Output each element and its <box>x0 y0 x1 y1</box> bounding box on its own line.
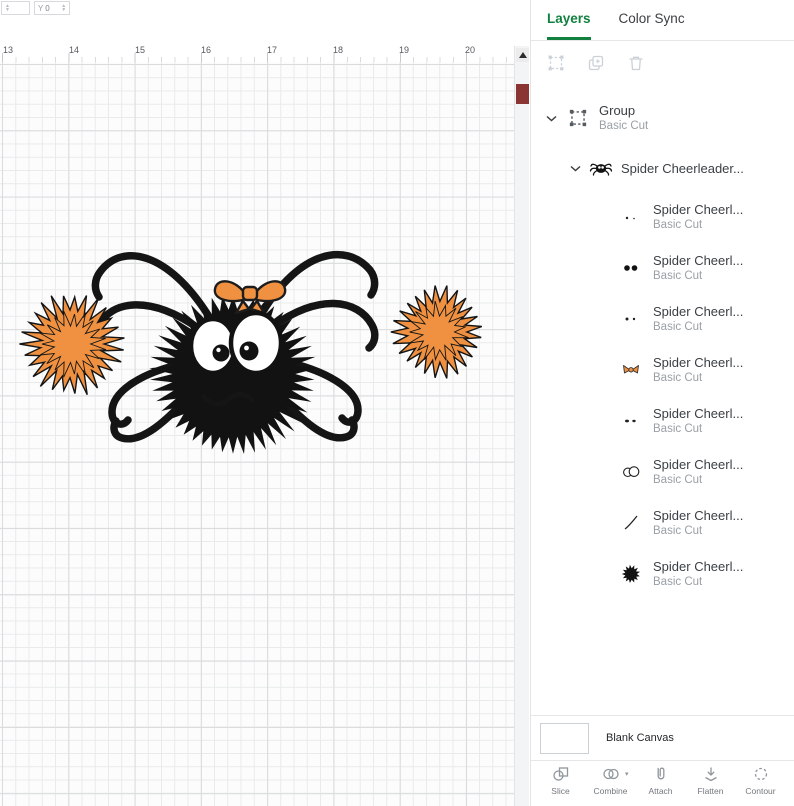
layer-row[interactable]: Spider Cheerl... Basic Cut <box>531 497 794 548</box>
layer-title: Spider Cheerl... <box>653 456 744 472</box>
combine-button[interactable]: ▾ Combine <box>587 764 634 806</box>
small-ovals-thumbnail-icon <box>619 410 643 432</box>
layer-row[interactable]: Spider Cheerl... Basic Cut <box>531 344 794 395</box>
panel-tabs: Layers Color Sync <box>531 0 794 41</box>
layer-toolbar <box>531 41 794 85</box>
small-dots-thumbnail-icon <box>619 308 643 330</box>
combine-icon: ▾ <box>601 764 629 784</box>
flatten-button[interactable]: Flatten <box>687 764 734 806</box>
bottom-actionbar: Slice ▾ Combine Attach Flatten Contour <box>531 760 794 806</box>
canvas-label: Blank Canvas <box>606 732 674 744</box>
select-frame-icon[interactable] <box>546 53 566 73</box>
layers-panel: Layers Color Sync Group Basic Cut Spider… <box>530 0 794 806</box>
layer-subtitle: Basic Cut <box>653 524 703 537</box>
combine-caret-icon[interactable]: ▾ <box>625 770 629 778</box>
layer-subtitle: Basic Cut <box>653 371 703 384</box>
spider-cheerleader-artwork[interactable] <box>0 0 514 806</box>
up-arrow-icon <box>518 52 527 58</box>
layer-subtitle: Basic Cut <box>653 320 703 333</box>
canvas-color-swatch[interactable] <box>540 722 589 754</box>
layer-title: Spider Cheerl... <box>653 507 744 523</box>
slice-button[interactable]: Slice <box>537 764 584 806</box>
fuzzy-body-thumbnail-icon <box>619 563 643 585</box>
chevron-down-icon[interactable] <box>569 165 581 172</box>
blank-canvas-row[interactable]: Blank Canvas <box>531 715 794 760</box>
group-icon <box>569 109 587 127</box>
layer-row-parent[interactable]: Spider Cheerleader... <box>531 151 794 185</box>
spider-thumbnail-icon <box>589 157 613 179</box>
scrollbar-thumb[interactable] <box>516 84 529 104</box>
eyes <box>188 310 284 376</box>
layer-title: Group <box>599 103 636 118</box>
duplicate-icon[interactable] <box>586 53 606 73</box>
layers-list: Group Basic Cut Spider Cheerleader... Sp… <box>531 85 794 715</box>
slice-icon <box>551 764 571 784</box>
contour-button[interactable]: Contour <box>737 764 784 806</box>
attach-button[interactable]: Attach <box>637 764 684 806</box>
tab-color-sync[interactable]: Color Sync <box>619 0 685 40</box>
layer-row[interactable]: Spider Cheerl... Basic Cut <box>531 548 794 599</box>
spider-body <box>149 295 318 454</box>
layer-subtitle: Basic Cut <box>653 218 703 231</box>
layer-subtitle: Basic Cut <box>653 269 703 282</box>
chevron-down-icon[interactable] <box>545 115 557 122</box>
canvas-pane: ▲ ▼ Y 0 ▲ ▼ 13 14 15 16 17 18 19 20 <box>0 0 529 806</box>
layer-title: Spider Cheerl... <box>653 252 744 268</box>
trash-icon[interactable] <box>626 53 646 73</box>
attach-icon <box>651 764 671 784</box>
layer-title: Spider Cheerl... <box>653 558 744 574</box>
contour-icon <box>751 764 771 784</box>
layer-subtitle: Basic Cut <box>653 575 703 588</box>
layer-title: Spider Cheerl... <box>653 303 744 319</box>
layer-subtitle: Basic Cut <box>599 120 649 132</box>
layer-row[interactable]: Spider Cheerl... Basic Cut <box>531 293 794 344</box>
canvas-vertical-scrollbar[interactable] <box>514 46 529 806</box>
app-window: ▲ ▼ Y 0 ▲ ▼ 13 14 15 16 17 18 19 20 Laye… <box>0 0 794 806</box>
layer-subtitle: Basic Cut <box>653 422 703 435</box>
layer-title: Spider Cheerl... <box>653 201 744 217</box>
layer-title: Spider Cheerl... <box>653 405 744 421</box>
layer-title: Spider Cheerl... <box>653 354 744 370</box>
pupils-thumbnail-icon <box>619 257 643 279</box>
layer-row[interactable]: Spider Cheerl... Basic Cut <box>531 446 794 497</box>
layer-row-group[interactable]: Group Basic Cut <box>531 95 794 141</box>
bow-thumbnail-icon <box>619 359 643 381</box>
layer-row[interactable]: Spider Cheerl... Basic Cut <box>531 395 794 446</box>
mouth-curve-thumbnail-icon <box>619 512 643 534</box>
scroll-up-button[interactable] <box>516 48 529 62</box>
layer-row[interactable]: Spider Cheerl... Basic Cut <box>531 242 794 293</box>
layer-title: Spider Cheerleader... <box>621 160 744 176</box>
layer-subtitle: Basic Cut <box>653 473 703 486</box>
layer-row[interactable]: Spider Cheerl... Basic Cut <box>531 191 794 242</box>
tiny-dots-thumbnail-icon <box>619 206 643 228</box>
tab-layers[interactable]: Layers <box>547 0 591 40</box>
eye-outlines-thumbnail-icon <box>619 461 643 483</box>
flatten-icon <box>701 764 721 784</box>
